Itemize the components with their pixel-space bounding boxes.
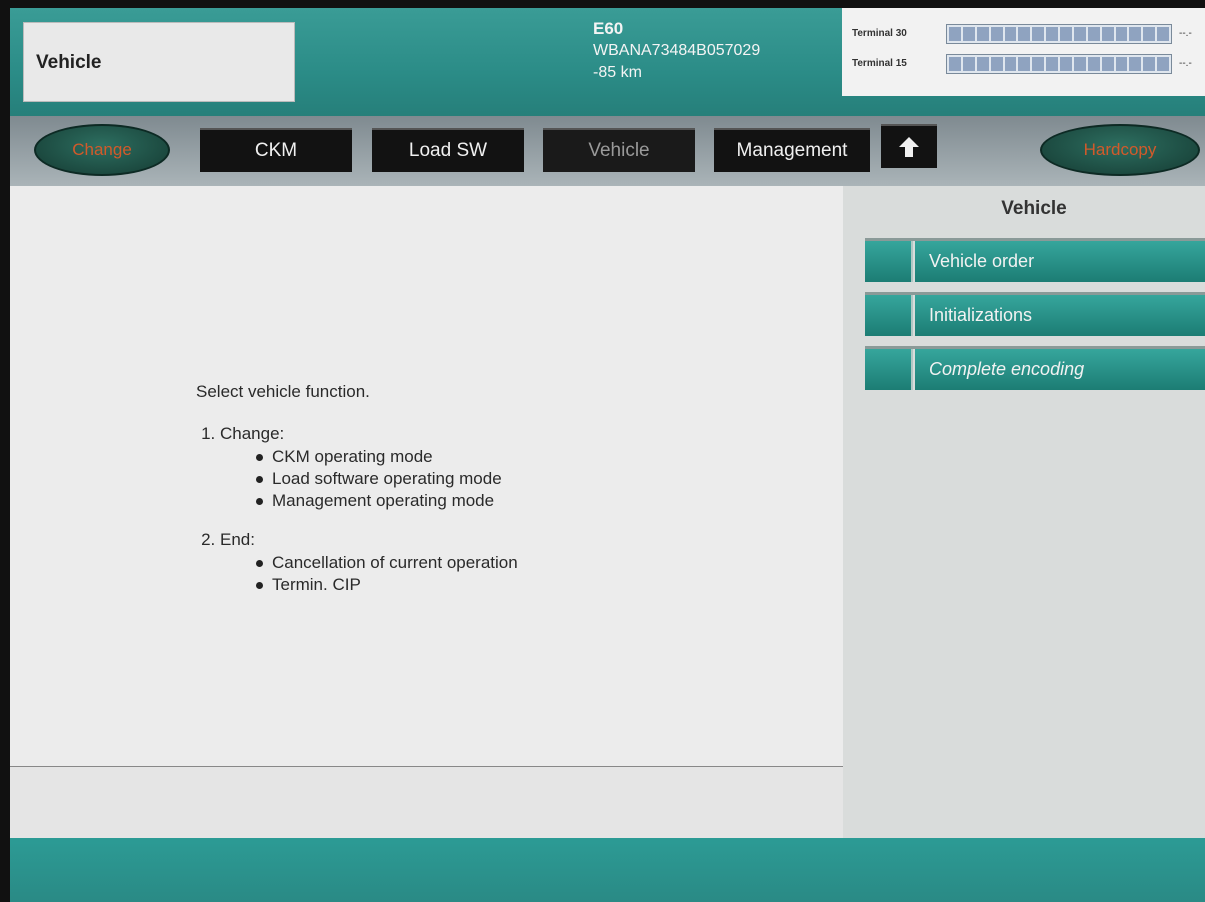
- selector-square[interactable]: [865, 295, 913, 336]
- arrow-up-icon: [899, 137, 919, 157]
- sidebar-item-complete-encoding[interactable]: Complete encoding: [865, 346, 1205, 390]
- terminal-15-bar: [946, 54, 1172, 74]
- selector-square[interactable]: [865, 349, 913, 390]
- terminal-15-label: Terminal 15: [852, 58, 907, 69]
- main-content: Select vehicle function. Change: CKM ope…: [10, 186, 843, 766]
- vehicle-mileage: -85 km: [593, 64, 642, 81]
- terminal-15-value: --.-: [1179, 58, 1192, 69]
- instructions-lead: Select vehicle function.: [196, 382, 370, 401]
- terminal-30-row: Terminal 30 --.-: [852, 22, 1205, 46]
- terminal-30-value: --.-: [1179, 28, 1192, 39]
- status-bar: [10, 766, 843, 839]
- terminal-30-bar: [946, 24, 1172, 44]
- up-button[interactable]: [881, 124, 937, 168]
- function-list: Change: CKM operating mode Load software…: [196, 424, 518, 596]
- sidebar-item-label[interactable]: Initializations: [915, 295, 1205, 336]
- sidebar-item-vehicle-order[interactable]: Vehicle order: [865, 238, 1205, 282]
- section-title: End:: [220, 530, 255, 549]
- sidebar: Vehicle Vehicle order Initializations Co…: [843, 186, 1205, 838]
- list-item: CKM operating mode: [256, 446, 518, 468]
- header: Vehicle E60 WBANA73484B057029 -85 km Ter…: [10, 8, 1205, 116]
- vehicle-model: E60: [593, 19, 624, 38]
- sidebar-item-label[interactable]: Complete encoding: [915, 349, 1205, 390]
- hardcopy-button[interactable]: Hardcopy: [1040, 124, 1200, 176]
- vehicle-info: E60 WBANA73484B057029 -85 km: [593, 18, 760, 84]
- screen: Vehicle E60 WBANA73484B057029 -85 km Ter…: [10, 8, 1205, 902]
- list-item: Cancellation of current operation: [256, 553, 518, 572]
- toolbar: Change CKM Load SW Vehicle Management Ha…: [10, 116, 1205, 186]
- section-title: Change:: [220, 424, 285, 443]
- sidebar-title: Vehicle: [1001, 198, 1067, 219]
- tab-ckm[interactable]: CKM: [200, 128, 352, 172]
- list-item: Load software operating mode: [256, 468, 518, 490]
- terminal-15-row: Terminal 15 --.-: [852, 52, 1205, 76]
- terminal-panel: Terminal 30 --.- Terminal 15 --.-: [842, 8, 1205, 96]
- instructions: Select vehicle function. Change: CKM ope…: [196, 382, 518, 614]
- list-item: Change: CKM operating mode Load software…: [220, 424, 518, 512]
- tab-management[interactable]: Management: [714, 128, 870, 172]
- tab-load-sw[interactable]: Load SW: [372, 128, 524, 172]
- list-item: Termin. CIP: [256, 574, 518, 596]
- title-box: Vehicle: [23, 22, 295, 102]
- sidebar-item-label[interactable]: Vehicle order: [915, 241, 1205, 282]
- terminal-30-label: Terminal 30: [852, 28, 907, 39]
- page-title: Vehicle: [36, 52, 102, 73]
- sidebar-item-initializations[interactable]: Initializations: [865, 292, 1205, 336]
- list-item: Management operating mode: [256, 490, 518, 512]
- footer-bar: [10, 838, 1205, 902]
- vehicle-vin: WBANA73484B057029: [593, 42, 761, 59]
- list-item: End: Cancellation of current operation T…: [220, 530, 518, 596]
- selector-square[interactable]: [865, 241, 913, 282]
- tab-vehicle[interactable]: Vehicle: [543, 128, 695, 172]
- change-button[interactable]: Change: [34, 124, 170, 176]
